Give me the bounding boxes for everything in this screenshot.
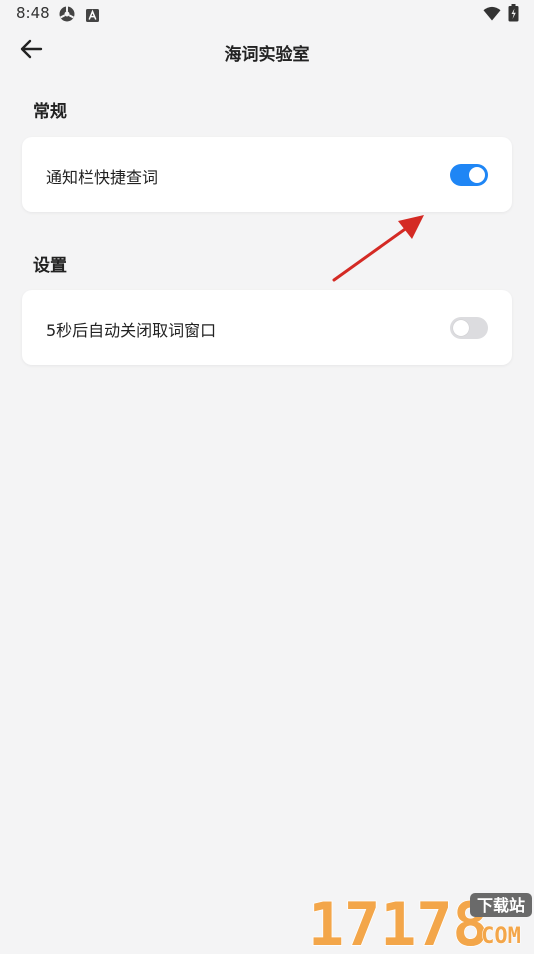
status-time: 8:48: [16, 4, 50, 22]
red-arrow-annotation: [326, 205, 436, 291]
watermark-digits: 17178: [308, 890, 489, 950]
setting-label-auto-close: 5秒后自动关闭取词窗口: [46, 321, 217, 340]
setting-card-notification-lookup: 通知栏快捷查词: [22, 137, 512, 212]
watermark-label-top: 下载站: [477, 896, 525, 915]
auto-close-toggle[interactable]: [450, 317, 488, 339]
battery-icon: [508, 4, 519, 26]
section-header-general: 常规: [33, 102, 67, 122]
watermark-label-bottom: COM: [481, 924, 521, 949]
wifi-icon: [483, 6, 501, 25]
status-bar: 8:48: [0, 0, 534, 28]
settings-gear-icon: [58, 5, 76, 27]
toggle-knob: [469, 167, 485, 183]
page-title: 海词实验室: [224, 45, 310, 65]
notification-lookup-toggle[interactable]: [450, 164, 488, 186]
accessibility-a-icon: [86, 7, 99, 26]
setting-label-notification-lookup: 通知栏快捷查词: [46, 168, 159, 187]
toggle-knob: [453, 320, 469, 336]
section-header-settings: 设置: [33, 256, 67, 276]
site-watermark-logo: 17178 下载站 COM: [306, 885, 534, 954]
setting-card-auto-close: 5秒后自动关闭取词窗口: [22, 290, 512, 365]
nav-bar: 海词实验室: [0, 28, 534, 76]
